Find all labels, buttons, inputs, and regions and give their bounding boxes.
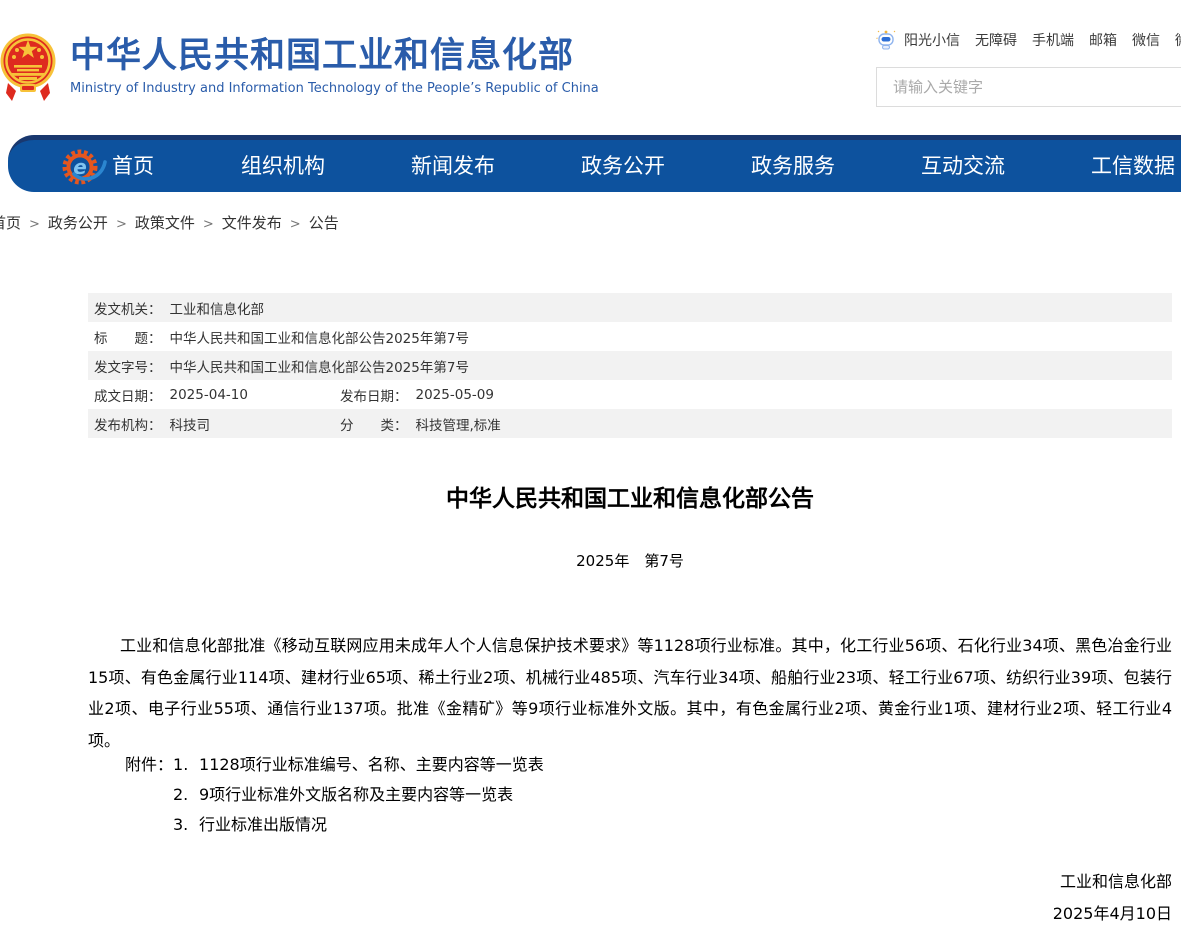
meta-label: 成文日期： [94,385,162,405]
meta-label: 发布机构： [94,414,162,434]
nav-item-gov-disclosure[interactable]: 政务公开 [538,140,708,192]
quick-link-weibo[interactable]: 微博 [1175,30,1181,50]
breadcrumb-announcement[interactable]: 公告 [309,214,339,232]
nav-item-gov-services[interactable]: 政务服务 [708,140,878,192]
quick-link-accessibility[interactable]: 无障碍 [975,30,1017,50]
meta-value: 科技司 [170,414,211,434]
meta-label: 发文机关： [94,298,162,318]
breadcrumb-gov-disclosure[interactable]: 政务公开 [48,214,108,232]
meta-value: 2025-04-10 [170,387,248,403]
meta-label: 标 题： [94,327,162,347]
quick-links: 阳光小信 无障碍 手机端 邮箱 微信 微博 [876,29,1181,51]
doc-meta-table: 发文机关： 工业和信息化部 标 题： 中华人民共和国工业和信息化部公告2025年… [88,293,1172,438]
meta-value: 工业和信息化部 [170,298,265,318]
breadcrumb-home[interactable]: 首页 [0,214,21,232]
breadcrumb: 首页 > 政务公开 > 政策文件 > 文件发布 > 公告 [0,212,339,233]
attachment-number: 3. [173,810,199,840]
national-emblem-icon [0,27,58,105]
nav-item-interaction[interactable]: 互动交流 [878,140,1048,192]
quick-link-wechat[interactable]: 微信 [1132,30,1160,50]
breadcrumb-file-release[interactable]: 文件发布 [222,214,282,232]
document-paragraph: 工业和信息化部批准《移动互联网应用未成年人个人信息保护技术要求》等1128项行业… [88,630,1172,756]
breadcrumb-separator: > [290,217,301,232]
meta-row-issuing-agency: 发文机关： 工业和信息化部 [88,293,1172,322]
search-input[interactable] [876,67,1181,107]
attachment-item: 2. 9项行业标准外文版名称及主要内容等一览表 [173,780,544,810]
meta-value: 中华人民共和国工业和信息化部公告2025年第7号 [170,327,469,347]
attachment-item: 3. 行业标准出版情况 [173,810,544,840]
meta-row-doc-number: 发文字号： 中华人民共和国工业和信息化部公告2025年第7号 [88,351,1172,380]
meta-label: 发布日期： [340,385,408,405]
breadcrumb-separator: > [29,217,40,232]
meta-row-title: 标 题： 中华人民共和国工业和信息化部公告2025年第7号 [88,322,1172,351]
attachment-number: 2. [173,780,199,810]
main-nav: e 首页 组织机构 新闻发布 政务公开 政务服务 互动交流 工信数据 [8,135,1181,192]
attachment-number: 1. [173,750,199,780]
signature-agency: 工业和信息化部 [88,866,1172,898]
attachments-label: 附件： [125,750,173,780]
nav-item-organization[interactable]: 组织机构 [198,140,368,192]
breadcrumb-separator: > [203,217,214,232]
meta-label: 分 类： [340,414,408,434]
nav-item-news[interactable]: 新闻发布 [368,140,538,192]
meta-value: 2025-05-09 [416,387,494,403]
attachment-text: 9项行业标准外文版名称及主要内容等一览表 [199,780,513,810]
meta-row-dates: 成文日期： 2025-04-10 发布日期： 2025-05-09 [88,380,1172,409]
brand-text: 中华人民共和国工业和信息化部 Ministry of Industry and … [70,36,599,96]
document-title: 中华人民共和国工业和信息化部公告 [88,479,1172,513]
meta-label: 发文字号： [94,356,162,376]
page: 中华人民共和国工业和信息化部 Ministry of Industry and … [0,0,1181,943]
meta-value: 科技管理,标准 [416,414,501,434]
site-title: 中华人民共和国工业和信息化部 [70,36,599,76]
robot-mascot-icon [876,29,897,51]
breadcrumb-separator: > [116,217,127,232]
document-issue-number: 2025年 第7号 [88,550,1172,571]
site-header: 中华人民共和国工业和信息化部 Ministry of Industry and … [0,0,1181,133]
meta-value: 中华人民共和国工业和信息化部公告2025年第7号 [170,356,469,376]
attachment-item: 附件： 1. 1128项行业标准编号、名称、主要内容等一览表 [125,750,544,780]
attachment-text: 1128项行业标准编号、名称、主要内容等一览表 [199,750,544,780]
signature-date: 2025年4月10日 [88,898,1172,930]
nav-item-miit-data[interactable]: 工信数据 [1048,140,1181,192]
quick-link-mobile[interactable]: 手机端 [1032,30,1074,50]
brand[interactable]: 中华人民共和国工业和信息化部 Ministry of Industry and … [0,27,599,105]
attachments-list: 附件： 1. 1128项行业标准编号、名称、主要内容等一览表 2. 9项行业标准… [125,750,544,840]
meta-row-publisher-category: 发布机构： 科技司 分 类： 科技管理,标准 [88,409,1172,438]
quick-link-mail[interactable]: 邮箱 [1089,30,1117,50]
attachment-text: 行业标准出版情况 [199,810,327,840]
site-subtitle: Ministry of Industry and Information Tec… [70,81,599,96]
signature-block: 工业和信息化部 2025年4月10日 [88,866,1172,930]
breadcrumb-policy-files[interactable]: 政策文件 [135,214,195,232]
miit-logo-icon: e [60,144,108,194]
quick-link-sunshine-assistant[interactable]: 阳光小信 [904,30,960,50]
